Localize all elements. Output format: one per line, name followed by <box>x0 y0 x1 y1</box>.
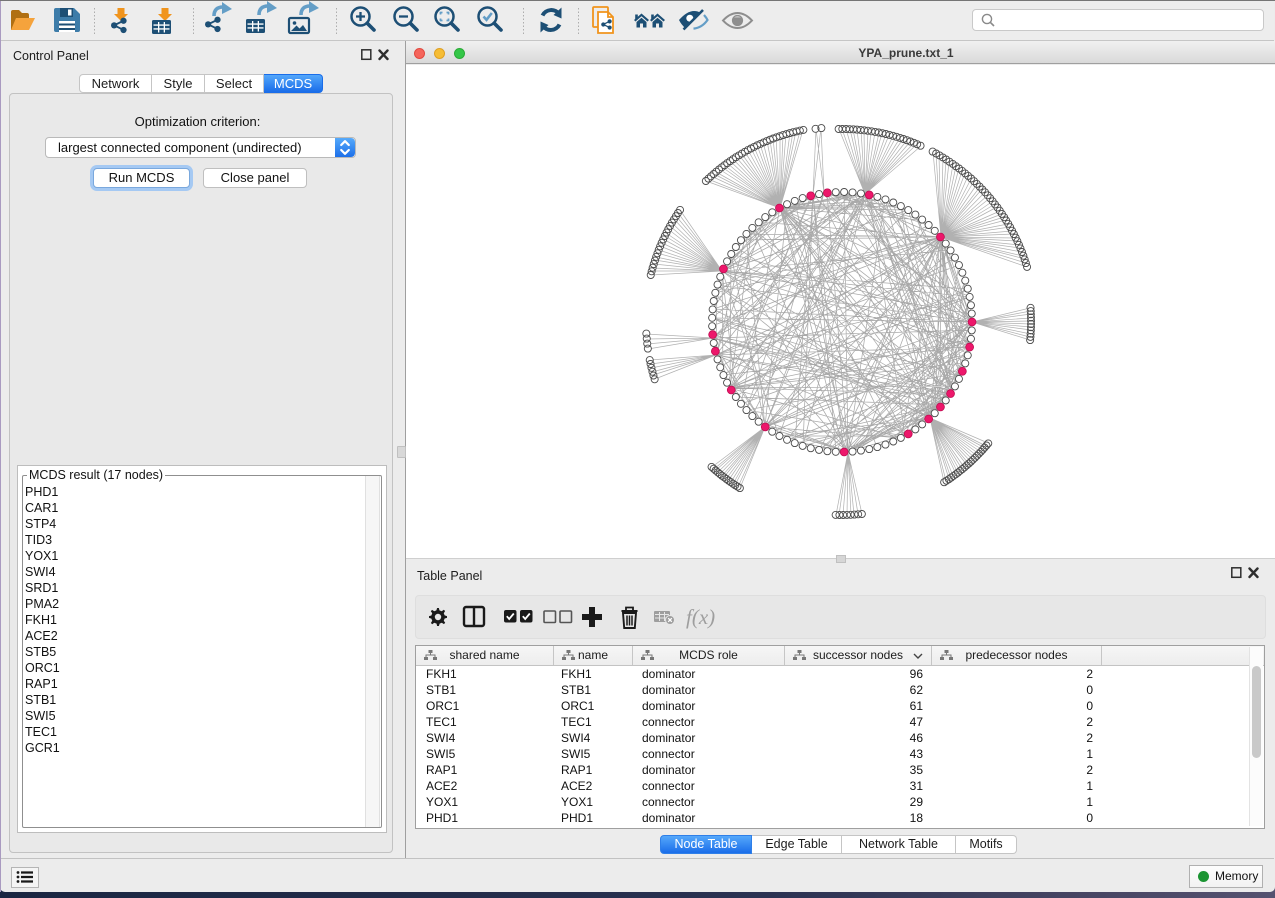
svg-text:f(x): f(x) <box>686 605 715 629</box>
